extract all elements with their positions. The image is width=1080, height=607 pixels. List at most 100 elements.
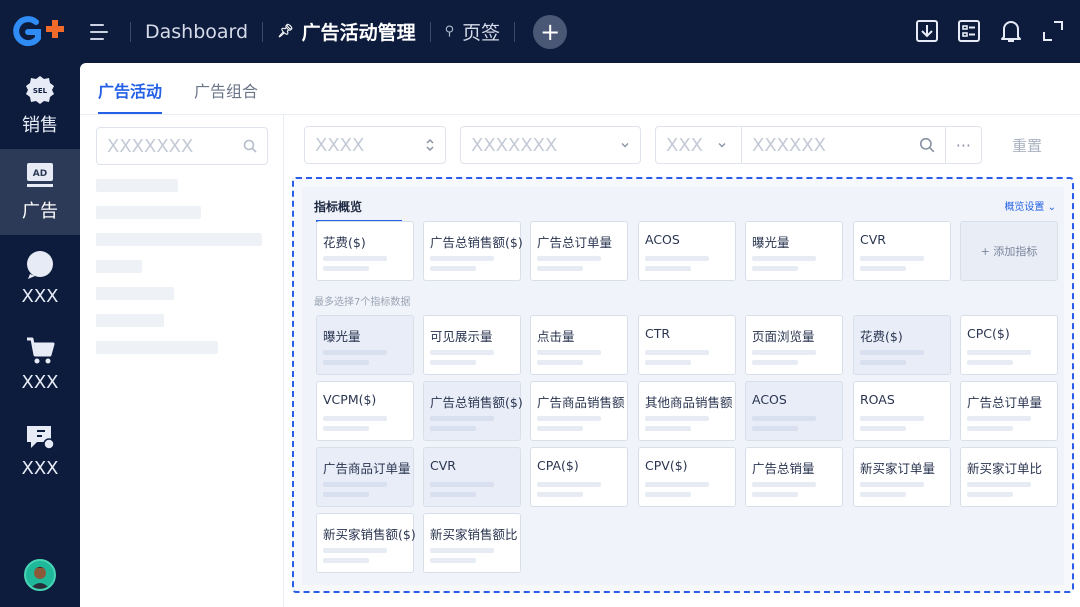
metric-card[interactable]: 新买家销售额比 bbox=[423, 513, 521, 573]
pin-icon[interactable]: 📌︎ bbox=[277, 24, 294, 39]
filter-value: XXX bbox=[666, 134, 703, 156]
skeleton-line bbox=[96, 260, 142, 273]
campaign-search[interactable] bbox=[96, 127, 268, 165]
metric-label: 花费($) bbox=[860, 329, 903, 344]
tab-ad-campaign-management[interactable]: 📌︎ 广告活动管理 bbox=[273, 18, 420, 45]
metric-card[interactable]: 新买家销售额($) bbox=[316, 513, 416, 573]
metric-label: 点击量 bbox=[537, 329, 575, 344]
metric-card[interactable]: 广告商品订单量 bbox=[316, 447, 414, 507]
metric-card[interactable]: 广告总销售额($) bbox=[423, 381, 523, 441]
skeleton-bar bbox=[323, 256, 387, 261]
skeleton-bar bbox=[752, 482, 816, 487]
search-icon[interactable] bbox=[243, 139, 257, 153]
filter-search-group: XXX XXXXXX ··· bbox=[655, 126, 982, 164]
skeleton-bar bbox=[752, 360, 798, 365]
skeleton-bar bbox=[430, 558, 476, 563]
metric-card[interactable]: 曝光量 bbox=[316, 315, 414, 375]
nav-item-sales[interactable]: SEL 销售 bbox=[0, 63, 80, 149]
tab-dashboard[interactable]: Dashboard bbox=[141, 21, 252, 43]
skeleton-bar bbox=[752, 416, 816, 421]
divider bbox=[429, 21, 431, 42]
download-icon[interactable] bbox=[914, 16, 940, 46]
sales-icon: SEL bbox=[26, 76, 54, 104]
metric-card[interactable]: CVR bbox=[853, 221, 951, 281]
skeleton-bar bbox=[645, 426, 691, 431]
nav-item-ad[interactable]: AD 广告 bbox=[0, 149, 80, 235]
metric-label: 可见展示量 bbox=[430, 329, 493, 344]
metric-label: 广告商品销售额 bbox=[537, 395, 625, 410]
nav-label: 销售 bbox=[22, 115, 58, 136]
cart-icon bbox=[27, 337, 55, 363]
main-content: 广告活动 广告组合 XXXX XXX XXXX XXX XXXX XXX XXX… bbox=[80, 63, 1080, 607]
tab-ad-portfolio[interactable]: 广告组合 bbox=[194, 78, 258, 114]
metric-card[interactable]: CPA($) bbox=[530, 447, 628, 507]
skeleton-bar bbox=[323, 492, 369, 497]
user-avatar[interactable] bbox=[24, 559, 56, 591]
metric-card[interactable]: 页面浏览量 bbox=[745, 315, 843, 375]
metric-card[interactable]: 广告商品销售额 bbox=[530, 381, 628, 441]
metric-card[interactable]: CPV($) bbox=[638, 447, 736, 507]
skeleton-bar bbox=[752, 266, 798, 271]
metric-card[interactable]: CVR bbox=[423, 447, 521, 507]
metric-card[interactable]: 曝光量 bbox=[745, 221, 843, 281]
overview-settings-button[interactable]: 概览设置 ⌄ bbox=[1004, 198, 1056, 213]
metric-card[interactable]: 点击量 bbox=[530, 315, 628, 375]
skeleton-bar bbox=[430, 256, 494, 261]
metric-card[interactable]: 广告总订单量 bbox=[530, 221, 628, 281]
metric-card[interactable]: 花费($) bbox=[316, 221, 414, 281]
metric-label: CPV($) bbox=[645, 458, 688, 473]
metric-card[interactable]: 广告总订单量 bbox=[960, 381, 1058, 441]
add-tab-button[interactable]: + bbox=[533, 14, 568, 49]
metric-label: ACOS bbox=[752, 392, 787, 407]
skeleton-bar bbox=[645, 360, 691, 365]
checklist-icon[interactable] bbox=[956, 16, 982, 46]
metric-card[interactable]: ACOS bbox=[638, 221, 736, 281]
filter-value: XXXX bbox=[315, 134, 365, 156]
skeleton-bar bbox=[860, 426, 906, 431]
metric-card[interactable]: 新买家订单量 bbox=[853, 447, 951, 507]
metric-card[interactable]: ROAS bbox=[853, 381, 951, 441]
filter-select-2[interactable]: XXXXXXX bbox=[460, 126, 641, 164]
metric-card[interactable]: CTR bbox=[638, 315, 736, 375]
ad-icon: AD bbox=[27, 163, 53, 187]
filter-field-select[interactable]: XXX bbox=[656, 127, 742, 163]
nav-item-cart[interactable]: XXX bbox=[0, 321, 80, 407]
search-icon[interactable] bbox=[919, 137, 935, 153]
skeleton-bar bbox=[967, 416, 1031, 421]
search-input[interactable] bbox=[107, 135, 227, 157]
metric-card[interactable]: 广告总销售额($) bbox=[423, 221, 523, 281]
metric-card[interactable]: 其他商品销售额 bbox=[638, 381, 736, 441]
app-logo[interactable] bbox=[0, 0, 80, 63]
skeleton-bar bbox=[323, 558, 369, 563]
metric-card[interactable]: VCPM($) bbox=[316, 381, 414, 441]
skeleton-bar bbox=[645, 482, 709, 487]
reset-button[interactable]: 重置 bbox=[1012, 135, 1042, 156]
tab-bookmark[interactable]: ⚲ 页签 bbox=[441, 18, 505, 45]
menu-toggle-button[interactable] bbox=[84, 14, 120, 50]
metric-label: 其他商品销售额 bbox=[645, 395, 733, 410]
filter-select-1[interactable]: XXXX bbox=[304, 126, 446, 164]
add-metric-button[interactable]: + 添加指标 bbox=[960, 221, 1058, 281]
more-options-icon[interactable]: ··· bbox=[944, 127, 981, 163]
metric-overview-panel: 指标概览 概览设置 ⌄ 最多选择7个指标数据 + 添加指标 花费($) 广告总销售… bbox=[302, 187, 1064, 585]
fullscreen-icon[interactable] bbox=[1040, 16, 1066, 46]
metric-card[interactable]: 新买家订单比 bbox=[960, 447, 1058, 507]
metric-card[interactable]: CPC($) bbox=[960, 315, 1058, 375]
pin-icon[interactable]: ⚲ bbox=[445, 24, 455, 39]
metric-card[interactable]: 可见展示量 bbox=[423, 315, 521, 375]
skeleton-bar bbox=[430, 266, 476, 271]
filter-search-input[interactable]: XXXXXX bbox=[742, 135, 919, 156]
sort-icon bbox=[426, 138, 434, 152]
metric-card[interactable]: 广告总销量 bbox=[745, 447, 843, 507]
bell-icon[interactable] bbox=[998, 16, 1024, 46]
skeleton-line bbox=[96, 314, 164, 327]
metric-label: 广告总销售额($) bbox=[430, 235, 523, 250]
nav-item-chat[interactable]: XXX bbox=[0, 235, 80, 321]
metric-card[interactable]: ACOS bbox=[745, 381, 843, 441]
chat-icon bbox=[27, 250, 53, 279]
tab-ad-campaign[interactable]: 广告活动 bbox=[98, 78, 163, 114]
metric-label: 新买家订单比 bbox=[967, 461, 1043, 476]
metric-card[interactable]: 花费($) bbox=[853, 315, 951, 375]
metric-label: 广告总订单量 bbox=[967, 395, 1043, 410]
nav-item-message[interactable]: XXX bbox=[0, 407, 80, 493]
